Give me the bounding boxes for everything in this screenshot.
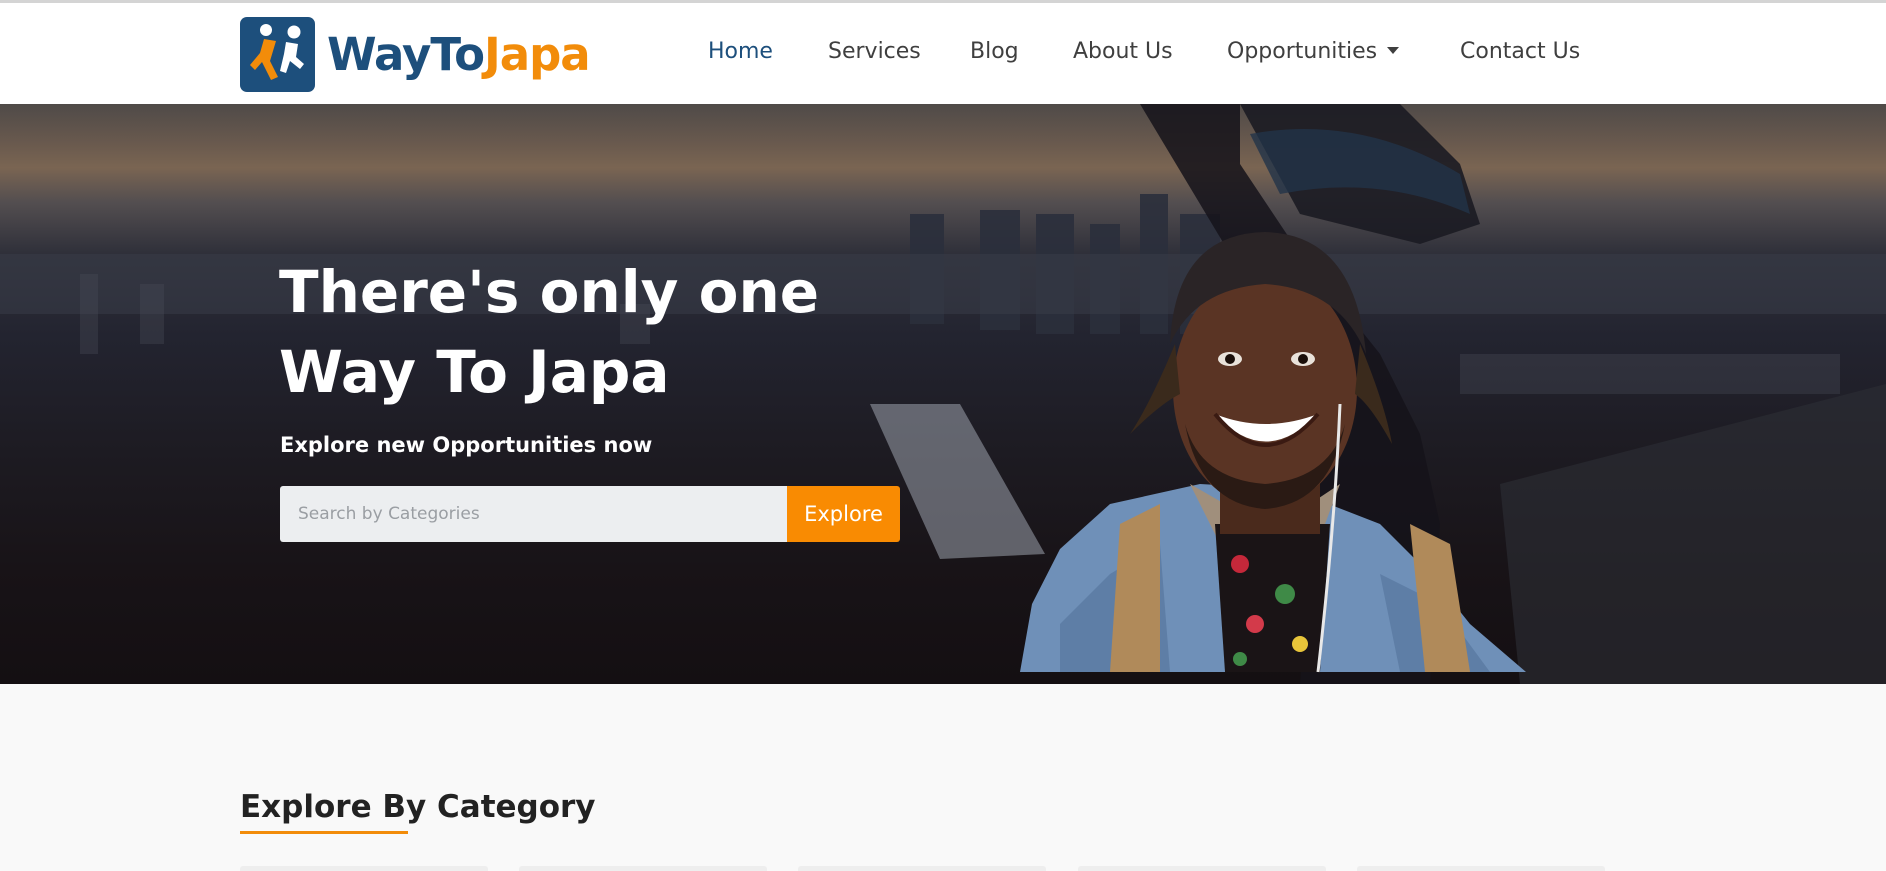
explore-button[interactable]: Explore bbox=[787, 486, 900, 542]
nav-item-services[interactable]: Services bbox=[828, 39, 921, 64]
section-title-explore-by-category: Explore By Category bbox=[240, 789, 596, 825]
site-header: WayToJapa Home Services Blog About Us Op… bbox=[0, 3, 1886, 104]
category-card[interactable] bbox=[1078, 866, 1326, 871]
section-title-underline bbox=[240, 831, 408, 834]
category-card[interactable] bbox=[1357, 866, 1605, 871]
category-card[interactable] bbox=[798, 866, 1046, 871]
category-card[interactable] bbox=[519, 866, 767, 871]
nav-item-opportunities[interactable]: Opportunities bbox=[1227, 39, 1400, 64]
nav-item-contact-us[interactable]: Contact Us bbox=[1460, 39, 1580, 64]
logo-wordmark: WayToJapa bbox=[327, 32, 591, 77]
search-input[interactable] bbox=[280, 486, 787, 542]
site-logo[interactable]: WayToJapa bbox=[240, 16, 591, 92]
nav-item-about-us[interactable]: About Us bbox=[1073, 39, 1173, 64]
nav-item-blog[interactable]: Blog bbox=[970, 39, 1019, 64]
chevron-down-icon bbox=[1387, 46, 1400, 54]
hero-title-line2: Way To Japa bbox=[279, 338, 670, 406]
search-form: Explore bbox=[280, 486, 900, 542]
nav-item-home[interactable]: Home bbox=[708, 39, 773, 64]
hero-subtitle: Explore new Opportunities now bbox=[280, 433, 653, 457]
nav-item-opportunities-label: Opportunities bbox=[1227, 39, 1378, 64]
hero-title: There's only one Way To Japa bbox=[279, 252, 899, 412]
runner-logo-icon bbox=[240, 16, 315, 92]
hero-banner: There's only one Way To Japa Explore new… bbox=[0, 104, 1886, 684]
logo-text-part2: Japa bbox=[483, 27, 591, 81]
hero-title-line1: There's only one bbox=[279, 258, 820, 326]
category-card[interactable] bbox=[240, 866, 488, 871]
logo-text-part1: WayTo bbox=[327, 27, 485, 81]
